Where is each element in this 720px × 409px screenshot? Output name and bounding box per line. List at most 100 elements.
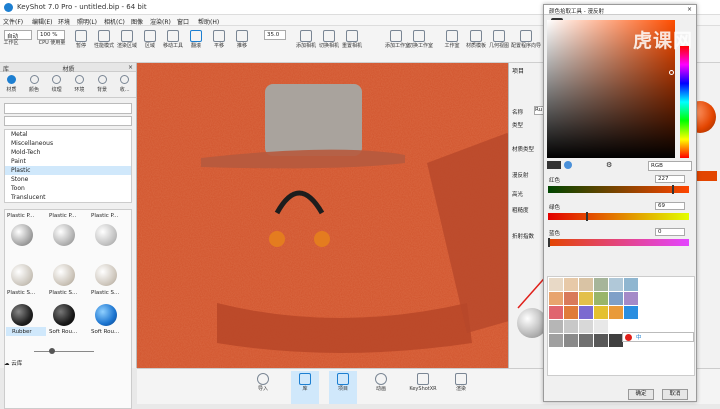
- import-button[interactable]: 导入: [252, 371, 274, 404]
- red-channel-slider[interactable]: [548, 186, 689, 193]
- settings-gear-icon[interactable]: ⚙: [606, 161, 612, 169]
- ok-button[interactable]: 确定: [628, 389, 654, 400]
- tumble-button[interactable]: 翻滚: [185, 28, 207, 61]
- swatch[interactable]: [609, 292, 623, 305]
- ime-language[interactable]: 中: [636, 333, 642, 341]
- color-mode-dropdown[interactable]: RGB: [648, 161, 692, 171]
- tree-item-paint[interactable]: Paint: [5, 157, 131, 166]
- swatch[interactable]: [549, 320, 563, 333]
- tab-backplates[interactable]: 背景: [91, 72, 114, 97]
- tree-item-metal[interactable]: Metal: [5, 130, 131, 139]
- swatch[interactable]: [609, 278, 623, 291]
- library-button[interactable]: 库: [291, 371, 319, 404]
- cpu-usage-button[interactable]: CPU 使用量: [37, 40, 67, 62]
- swatch[interactable]: [564, 278, 578, 291]
- switch-studio-button[interactable]: 切换工作室: [408, 28, 433, 61]
- menu-environment[interactable]: 环境: [58, 17, 70, 26]
- swatch[interactable]: [609, 334, 623, 347]
- blue-channel-value[interactable]: 0: [655, 228, 685, 236]
- green-channel-slider[interactable]: [548, 213, 689, 220]
- color-wheel-icon[interactable]: [564, 161, 572, 169]
- mode-dropdown[interactable]: 自动: [4, 30, 32, 40]
- move-tool-button[interactable]: 移动工具: [162, 28, 184, 61]
- menu-image[interactable]: 图像: [131, 17, 143, 26]
- pan-button[interactable]: 平移: [208, 28, 230, 61]
- dolly-button[interactable]: 推移: [231, 28, 253, 61]
- tab-materials[interactable]: 材质: [0, 72, 23, 97]
- swatch[interactable]: [549, 306, 563, 319]
- swatch[interactable]: [564, 292, 578, 305]
- thumbnail-size-slider[interactable]: [4, 348, 132, 356]
- studio-button[interactable]: 工作室: [441, 28, 463, 61]
- swatch[interactable]: [624, 278, 638, 291]
- blue-channel-handle[interactable]: [548, 238, 550, 247]
- material-thumb[interactable]: [53, 224, 75, 246]
- search-input[interactable]: [4, 103, 132, 114]
- swatch[interactable]: [609, 306, 623, 319]
- menu-window[interactable]: 窗口: [177, 17, 189, 26]
- focal-length-field[interactable]: 35.0: [264, 30, 286, 40]
- pause-button[interactable]: 暂停: [70, 28, 92, 61]
- tab-environments[interactable]: 环境: [68, 72, 91, 97]
- material-thumb[interactable]: [53, 264, 75, 286]
- render-button[interactable]: 渲染: [450, 371, 472, 404]
- material-thumb-rubber[interactable]: [11, 304, 33, 326]
- menu-edit[interactable]: 编辑(E): [32, 17, 52, 26]
- swatch[interactable]: [594, 334, 608, 347]
- zoom-dropdown[interactable]: 100 %: [37, 30, 65, 40]
- swatch[interactable]: [579, 292, 593, 305]
- swatch[interactable]: [564, 306, 578, 319]
- switch-camera-button[interactable]: 切换相机: [318, 28, 340, 61]
- tab-colors[interactable]: 颜色: [23, 72, 46, 97]
- swatch[interactable]: [579, 320, 593, 333]
- swatch[interactable]: [564, 334, 578, 347]
- material-thumb[interactable]: [95, 264, 117, 286]
- swatch[interactable]: [579, 278, 593, 291]
- material-thumb[interactable]: [95, 304, 117, 326]
- reset-camera-button[interactable]: 重置相机: [341, 28, 363, 61]
- menu-render[interactable]: 渲染(R): [150, 17, 171, 26]
- swatch[interactable]: [564, 320, 578, 333]
- render-viewport[interactable]: [137, 63, 542, 368]
- green-channel-value[interactable]: 69: [655, 202, 685, 210]
- swatch[interactable]: [549, 292, 563, 305]
- add-studio-button[interactable]: 添加工作室: [385, 28, 410, 61]
- project-button[interactable]: 项目: [329, 371, 357, 404]
- animation-button[interactable]: 动画: [370, 371, 392, 404]
- tree-item-miscellaneous[interactable]: Miscellaneous: [5, 139, 131, 148]
- keyshotxr-button[interactable]: KeyShotXR: [407, 371, 439, 404]
- menu-help[interactable]: 帮助(H): [198, 17, 219, 26]
- cloud-library-button[interactable]: ☁ 云库: [4, 359, 22, 367]
- swatch[interactable]: [594, 292, 608, 305]
- swatch[interactable]: [549, 334, 563, 347]
- hue-slider[interactable]: [680, 46, 689, 158]
- swatch[interactable]: [624, 306, 638, 319]
- menu-file[interactable]: 文件(F): [3, 17, 23, 26]
- material-thumb[interactable]: [53, 304, 75, 326]
- saturation-value-field[interactable]: 虎课网: [547, 20, 692, 158]
- swatch[interactable]: [594, 306, 608, 319]
- tab-favorites[interactable]: 收...: [113, 72, 136, 97]
- performance-mode-button[interactable]: 性能模式: [93, 28, 115, 61]
- add-camera-button[interactable]: 添加相机: [295, 28, 317, 61]
- region-button[interactable]: 区域: [139, 28, 161, 61]
- workspace-button[interactable]: 工作区: [0, 40, 22, 62]
- render-region-button[interactable]: 渲染区域: [116, 28, 138, 61]
- tree-item-mold-tech[interactable]: Mold-Tech: [5, 148, 131, 157]
- close-icon[interactable]: ×: [687, 6, 692, 13]
- material-template-button[interactable]: 材质模板: [465, 28, 487, 61]
- cancel-button[interactable]: 取消: [662, 389, 688, 400]
- red-channel-handle[interactable]: [671, 185, 674, 194]
- swatch[interactable]: [624, 292, 638, 305]
- category-dropdown[interactable]: [4, 116, 132, 126]
- tree-item-plastic[interactable]: Plastic: [5, 166, 131, 175]
- menu-camera[interactable]: 相机(C): [104, 17, 125, 26]
- tree-item-toon[interactable]: Toon: [5, 184, 131, 193]
- green-channel-handle[interactable]: [585, 212, 588, 221]
- blue-channel-slider[interactable]: [548, 239, 689, 246]
- swatch[interactable]: [594, 278, 608, 291]
- diffuse-color-swatch[interactable]: [697, 171, 717, 181]
- swatch[interactable]: [579, 306, 593, 319]
- material-thumb[interactable]: [95, 224, 117, 246]
- configurator-wizard-button[interactable]: 配置程序向导: [511, 28, 541, 61]
